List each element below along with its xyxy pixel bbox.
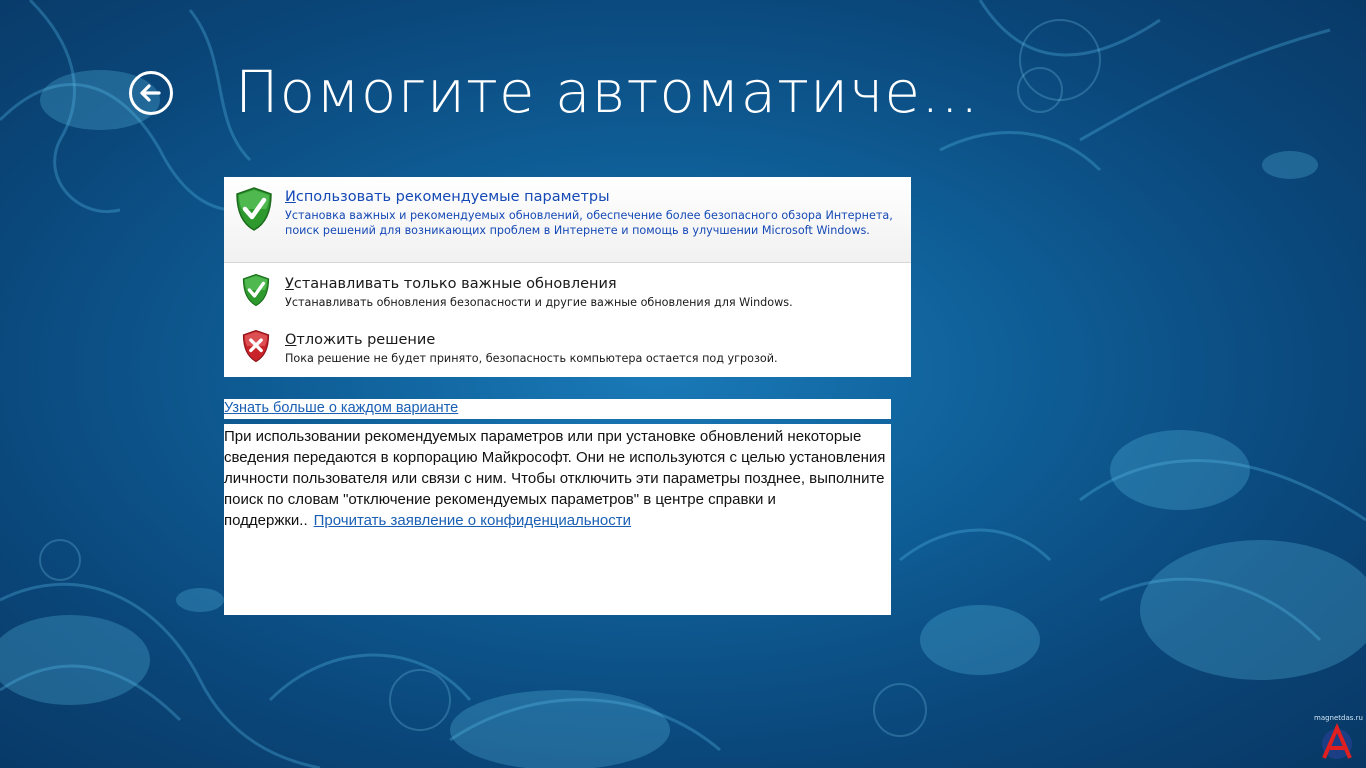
option-description: Устанавливать обновления безопасности и …	[285, 296, 793, 309]
privacy-statement-link[interactable]: Прочитать заявление о конфиденциальности	[314, 512, 631, 529]
watermark-text: magnetdas.ru	[1314, 714, 1363, 722]
back-button[interactable]	[128, 70, 174, 116]
shield-green-check-icon	[236, 187, 272, 231]
option-title: Отложить решение	[285, 332, 436, 348]
option-use-recommended-settings[interactable]: Использовать рекомендуемые параметры Уст…	[224, 177, 911, 263]
learn-more-link[interactable]: Узнать больше о каждом варианте	[224, 400, 458, 416]
watermark-logo: magnetdas.ru	[1314, 714, 1363, 764]
options-panel: Использовать рекомендуемые параметры Уст…	[224, 177, 911, 377]
back-arrow-icon	[129, 71, 173, 115]
option-description: Пока решение не будет принято, безопасно…	[285, 352, 778, 365]
page-title: Помогите автоматиче...	[235, 58, 980, 126]
shield-red-x-icon	[242, 329, 270, 363]
privacy-info-text: При использовании рекомендуемых параметр…	[224, 426, 891, 531]
privacy-info-box: При использовании рекомендуемых параметр…	[224, 424, 891, 615]
option-title: Устанавливать только важные обновления	[285, 276, 617, 292]
option-description: Установка важных и рекомендуемых обновле…	[285, 209, 893, 237]
learn-more-bar: Узнать больше о каждом варианте	[224, 399, 891, 419]
option-title: Использовать рекомендуемые параметры	[285, 189, 610, 205]
watermark-a-icon	[1322, 722, 1352, 759]
shield-green-check-icon	[242, 273, 270, 307]
option-install-important-updates[interactable]: Устанавливать только важные обновления У…	[224, 267, 911, 321]
option-ask-later[interactable]: Отложить решение Пока решение не будет п…	[224, 323, 911, 377]
